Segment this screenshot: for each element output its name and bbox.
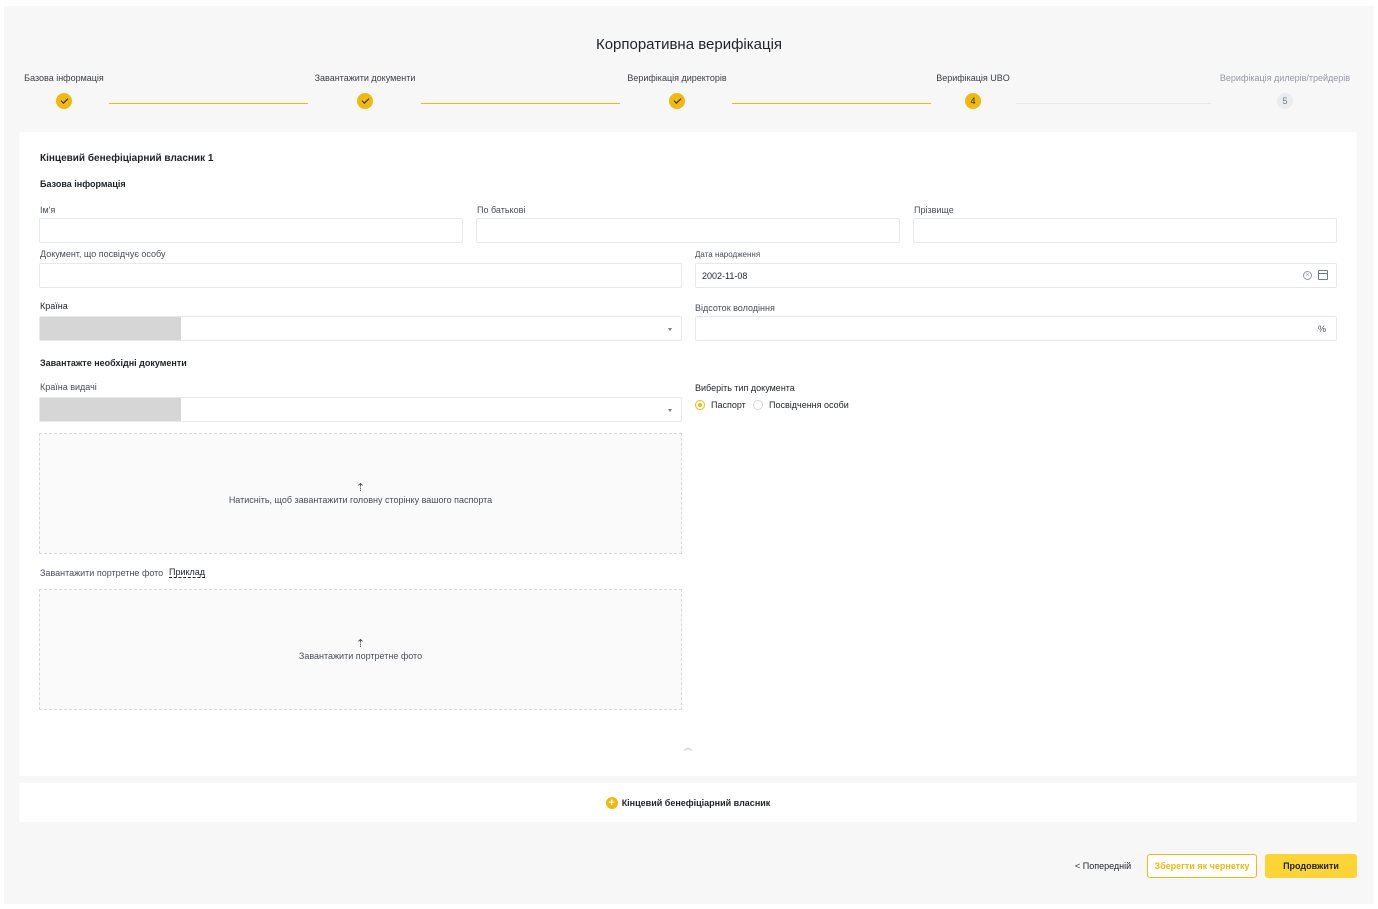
check-icon [60,96,68,104]
upload-icon: ⇡ [355,481,366,494]
step-dealers-verification: Верифікація дилерів/трейдерів 5 [1210,73,1360,109]
save-draft-button[interactable]: Зберегти як чернетку [1147,854,1257,878]
last-name-label: Прізвище [914,205,954,215]
passport-upload-text: Натисніть, щоб завантажити головну сторі… [228,494,493,505]
step-connector [421,103,620,104]
calendar-icon[interactable] [1318,270,1328,280]
country-label: Країна [40,301,68,311]
basic-info-heading: Базова інформація [40,179,126,189]
country-select[interactable] [39,316,682,341]
check-icon [673,96,681,104]
step-label: Базова інформація [24,73,104,83]
first-name-input[interactable] [39,218,463,243]
ownership-input[interactable]: % [695,316,1337,341]
chevron-down-icon [668,409,672,412]
doc-type-label: Виберіть тип документа [695,383,795,393]
step-upload-documents: Завантажити документи [290,73,440,109]
ownership-label: Відсоток володіння [695,303,775,313]
add-owner-label: Кінцевий бенефіціарний власник [621,797,771,808]
step-directors-verification: Верифікація директорів [602,73,752,109]
step-connector [1016,103,1211,104]
percent-suffix: % [1317,324,1326,334]
step-connector [109,103,308,104]
issuing-country-selected-value [40,398,181,421]
last-name-input[interactable] [913,218,1337,243]
middle-name-input[interactable] [476,218,900,243]
radio-id-card[interactable]: Посвідчення особи [753,400,849,410]
middle-name-label: По батькові [477,205,526,215]
radio-passport-label: Паспорт [711,400,746,410]
step-label: Верифікація UBO [936,73,1010,83]
id-document-label: Документ, що посвідчує особу [40,249,166,259]
radio-selected-icon[interactable] [695,400,705,410]
section-title: Кінцевий бенефіціарний власник 1 [40,153,214,164]
step-label: Завантажити документи [314,73,416,83]
chevron-down-icon [668,328,672,331]
previous-button[interactable]: < Попередній [1075,861,1131,871]
issuing-country-label: Країна видачі [40,382,97,392]
step-done-marker [357,93,373,109]
check-icon [361,96,369,104]
add-owner-button[interactable]: + Кінцевий бенефіціарний власник [19,783,1357,822]
radio-id-card-label: Посвідчення особи [769,400,849,410]
example-link[interactable]: Приклад [169,567,206,578]
portrait-label: Завантажити портретне фото [40,568,164,578]
upload-icon: ⇡ [355,637,366,650]
portrait-upload-text: Завантажити портретне фото [298,650,423,661]
continue-button[interactable]: Продовжити [1265,854,1357,878]
first-name-label: Ім'я [40,205,56,215]
country-selected-value [40,317,181,340]
id-document-input[interactable] [39,263,682,288]
plus-circle-icon: + [605,796,618,809]
ubo-form-card: Кінцевий бенефіціарний власник 1 Базова … [19,132,1357,776]
step-pending-marker: 5 [1277,93,1293,109]
step-done-marker [669,93,685,109]
issuing-country-select[interactable] [39,397,682,422]
portrait-upload-dropzone[interactable]: ⇡ Завантажити портретне фото [39,589,682,710]
birth-date-value: 2002-11-08 [702,271,748,281]
radio-passport[interactable]: Паспорт [695,400,746,410]
chevron-up-icon[interactable]: ︽ [684,742,692,753]
clear-icon[interactable]: × [1303,271,1312,280]
radio-unselected-icon[interactable] [753,400,763,410]
page-background: Корпоративна верифікація Базова інформац… [4,6,1374,904]
passport-upload-dropzone[interactable]: ⇡ Натисніть, щоб завантажити головну сто… [39,433,682,554]
step-label: Верифікація директорів [627,73,727,83]
page-title: Корпоративна верифікація [595,36,783,53]
upload-heading: Завантажте необхідні документи [40,358,187,368]
step-label: Верифікація дилерів/трейдерів [1219,73,1351,83]
birth-date-input[interactable]: 2002-11-08 × [695,263,1337,288]
step-done-marker [56,93,72,109]
birth-date-label: Дата народження [695,250,761,259]
step-active-marker: 4 [965,93,981,109]
